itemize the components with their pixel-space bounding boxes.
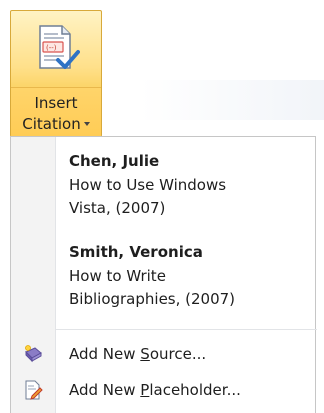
word-ribbon-area: (--) Insert Citation Chen, Julie How to … [0,0,324,413]
menu-label-text: Add New [69,381,141,399]
citation-title-line: Vista, (2007) [69,199,166,217]
insert-citation-button-dropdown[interactable]: Insert Citation [11,87,101,138]
add-new-placeholder-item[interactable]: Add New Placeholder... [11,373,316,407]
insert-citation-button-top[interactable]: (--) [11,11,101,87]
add-placeholder-icon [25,380,43,400]
ribbon-background [140,80,324,120]
insert-citation-label-line2: Citation [11,115,101,133]
menu-label-text: ource... [149,345,207,363]
citation-item[interactable]: Chen, Julie How to Use Windows Vista, (2… [69,151,309,220]
svg-text:(--): (--) [46,44,57,52]
citation-dropdown-menu: Chen, Julie How to Use Windows Vista, (2… [10,136,317,413]
insert-citation-icon: (--) [39,25,80,69]
menu-separator [55,329,317,330]
insert-citation-button[interactable]: (--) Insert Citation [10,10,102,138]
menu-accelerator: S [140,345,150,363]
add-new-source-item[interactable]: Add New Source... [11,337,316,371]
citation-title-line: How to Write [69,267,166,285]
citation-author: Smith, Veronica [69,243,203,261]
citation-title-line: Bibliographies, (2007) [69,290,236,308]
menu-accelerator: P [140,381,150,399]
citation-author: Chen, Julie [69,152,160,170]
add-new-placeholder-label: Add New Placeholder... [69,380,241,400]
insert-citation-label-text: Citation [22,115,81,133]
menu-icon-gutter [11,137,56,413]
add-new-source-label: Add New Source... [69,344,206,364]
citation-title-line: How to Use Windows [69,176,227,194]
add-source-icon [25,345,42,363]
citation-item[interactable]: Smith, Veronica How to Write Bibliograph… [69,242,309,311]
menu-label-text: Add New [69,345,141,363]
menu-label-text: laceholder... [149,381,241,399]
insert-citation-label-line1: Insert [34,94,78,112]
chevron-down-icon [83,121,90,126]
